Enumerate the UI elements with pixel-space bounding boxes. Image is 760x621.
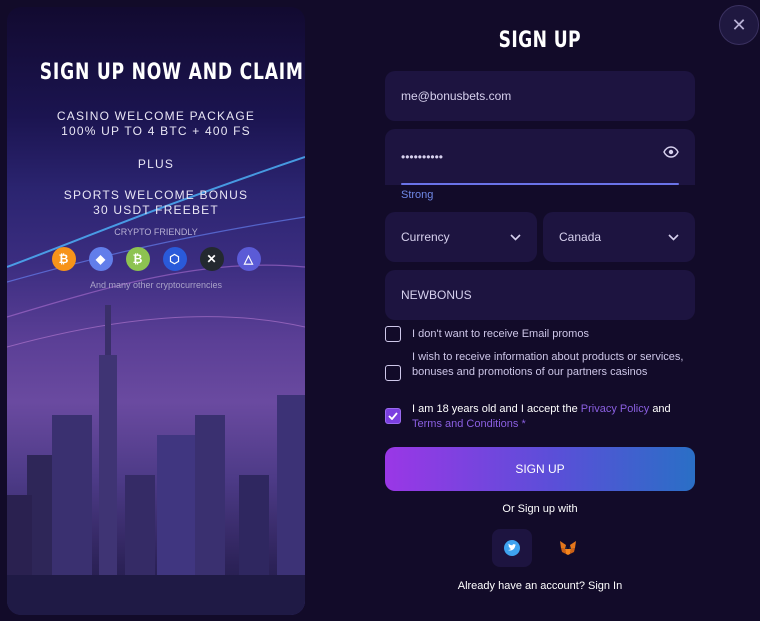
metamask-signup-button[interactable]	[548, 529, 588, 567]
age-terms-option: I am 18 years old and I accept the Priva…	[385, 402, 695, 431]
form-title: SIGN UP	[498, 28, 582, 53]
password-input[interactable]	[401, 150, 679, 164]
promo-title: SIGN UP NOW AND CLAIM	[39, 60, 304, 85]
tron-triangle-icon: △	[236, 247, 261, 271]
and-text: and	[652, 403, 671, 415]
chainlink-icon: ⬡	[162, 247, 187, 271]
many-cryptocurrencies-note: And many other cryptocurrencies	[89, 280, 223, 290]
partner-info-label: I wish to receive information about prod…	[412, 351, 684, 378]
required-mark: *	[521, 417, 526, 430]
twitter-icon	[504, 540, 520, 556]
no-email-promos-checkbox[interactable]	[385, 326, 401, 342]
no-email-promos-option: I don't want to receive Email promos	[385, 326, 695, 342]
already-have-account-link[interactable]: Already have an account? Sign In	[385, 580, 695, 592]
promo-panel: SIGN UP NOW AND CLAIM CASINO WELCOME PAC…	[7, 7, 305, 615]
age-terms-label: I am 18 years old and I accept the Priva…	[412, 402, 695, 431]
or-sign-up-with-label: Or Sign up with	[502, 503, 578, 515]
close-icon: ✕	[731, 14, 747, 35]
age-terms-text: I am 18 years old and I accept the	[412, 403, 578, 415]
ethereum-icon: ◆	[88, 247, 113, 271]
close-button[interactable]: ✕	[719, 5, 759, 45]
xrp-icon: ✕	[199, 247, 224, 271]
crypto-coin-list: ₿ ◆ ₿ ⬡ ✕ △	[7, 247, 305, 271]
plus-label: PLUS	[137, 157, 175, 171]
casino-package-label: CASINO WELCOME PACKAGE	[56, 109, 256, 123]
checkmark-icon	[388, 412, 398, 420]
currency-select[interactable]: Currency	[385, 212, 537, 262]
bitcoin-icon: ₿	[51, 247, 76, 271]
sign-up-button[interactable]: SIGN UP	[385, 447, 695, 491]
chevron-down-icon	[668, 233, 679, 241]
metamask-fox-icon	[560, 541, 576, 555]
privacy-policy-link[interactable]: Privacy Policy	[581, 403, 649, 415]
twitter-signup-button[interactable]	[492, 529, 532, 567]
crypto-friendly-label: CRYPTO FRIENDLY	[114, 227, 198, 237]
currency-select-value: Currency	[401, 230, 450, 244]
sports-bonus-offer: 30 USDT FREEBET	[93, 203, 219, 217]
promo-code-input[interactable]	[401, 288, 679, 302]
sports-bonus-label: SPORTS WELCOME BONUS	[63, 188, 249, 202]
promo-code-field[interactable]	[385, 270, 695, 320]
show-password-eye-icon[interactable]	[663, 146, 679, 158]
age-terms-checkbox[interactable]	[385, 408, 401, 424]
password-strength-bar	[401, 183, 679, 185]
email-input[interactable]	[401, 89, 679, 103]
terms-link[interactable]: Terms and Conditions	[412, 418, 518, 430]
chevron-down-icon	[510, 233, 521, 241]
bitcoin-cash-icon: ₿	[125, 247, 150, 271]
partner-info-option: I wish to receive information about prod…	[385, 350, 695, 381]
password-strength-label: Strong	[401, 189, 434, 201]
no-email-promos-label: I don't want to receive Email promos	[412, 328, 589, 340]
partner-info-checkbox[interactable]	[385, 365, 401, 381]
casino-package-offer: 100% UP TO 4 BTC + 400 FS	[61, 124, 251, 138]
password-field[interactable]	[385, 129, 695, 185]
country-select[interactable]: Canada	[543, 212, 695, 262]
city-skyline-illustration	[7, 305, 305, 615]
country-select-value: Canada	[559, 230, 602, 244]
email-field[interactable]	[385, 71, 695, 121]
